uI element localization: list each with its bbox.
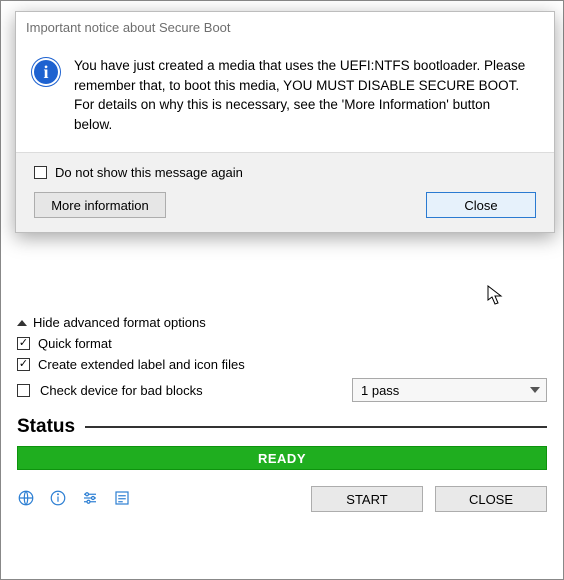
more-information-label: More information: [51, 198, 149, 213]
checkbox-extended-label[interactable]: [17, 358, 30, 371]
more-information-button[interactable]: More information: [34, 192, 166, 218]
chevron-down-icon: [530, 387, 540, 393]
close-button[interactable]: CLOSE: [435, 486, 547, 512]
dialog-close-label: Close: [464, 198, 497, 213]
dialog-close-button[interactable]: Close: [426, 192, 536, 218]
status-section-header: Status: [17, 416, 547, 438]
label-bad-blocks: Check device for bad blocks: [40, 383, 203, 398]
toggle-advanced-format[interactable]: Hide advanced format options: [17, 315, 547, 330]
checkbox-bad-blocks[interactable]: [17, 384, 30, 397]
checkbox-quick-format[interactable]: [17, 337, 30, 350]
caret-up-icon: [17, 320, 27, 326]
dialog-message-2: For details on why this is necessary, se…: [74, 95, 532, 134]
dialog-message-1: You have just created a media that uses …: [74, 56, 532, 95]
checkbox-dont-show-again[interactable]: [34, 166, 47, 179]
label-dont-show-again: Do not show this message again: [55, 165, 243, 180]
status-bar: READY: [17, 446, 547, 470]
label-extended-label: Create extended label and icon files: [38, 357, 245, 372]
dialog-message: You have just created a media that uses …: [74, 56, 532, 134]
information-icon: i: [32, 58, 60, 86]
log-icon[interactable]: [113, 489, 131, 510]
label-quick-format: Quick format: [38, 336, 112, 351]
dialog-titlebar[interactable]: Important notice about Secure Boot: [16, 12, 554, 42]
globe-icon[interactable]: [17, 489, 35, 510]
status-heading: Status: [17, 416, 75, 438]
toggle-advanced-label: Hide advanced format options: [33, 315, 206, 330]
start-button-label: START: [346, 492, 387, 507]
footer-icons: [17, 489, 131, 510]
info-icon[interactable]: [49, 489, 67, 510]
settings-icon[interactable]: [81, 489, 99, 510]
select-passes-value: 1 pass: [361, 383, 399, 398]
start-button[interactable]: START: [311, 486, 423, 512]
close-button-label: CLOSE: [469, 492, 513, 507]
select-passes[interactable]: 1 pass: [352, 378, 547, 402]
dialog-title: Important notice about Secure Boot: [26, 20, 231, 35]
secure-boot-dialog: Important notice about Secure Boot i You…: [15, 11, 555, 233]
